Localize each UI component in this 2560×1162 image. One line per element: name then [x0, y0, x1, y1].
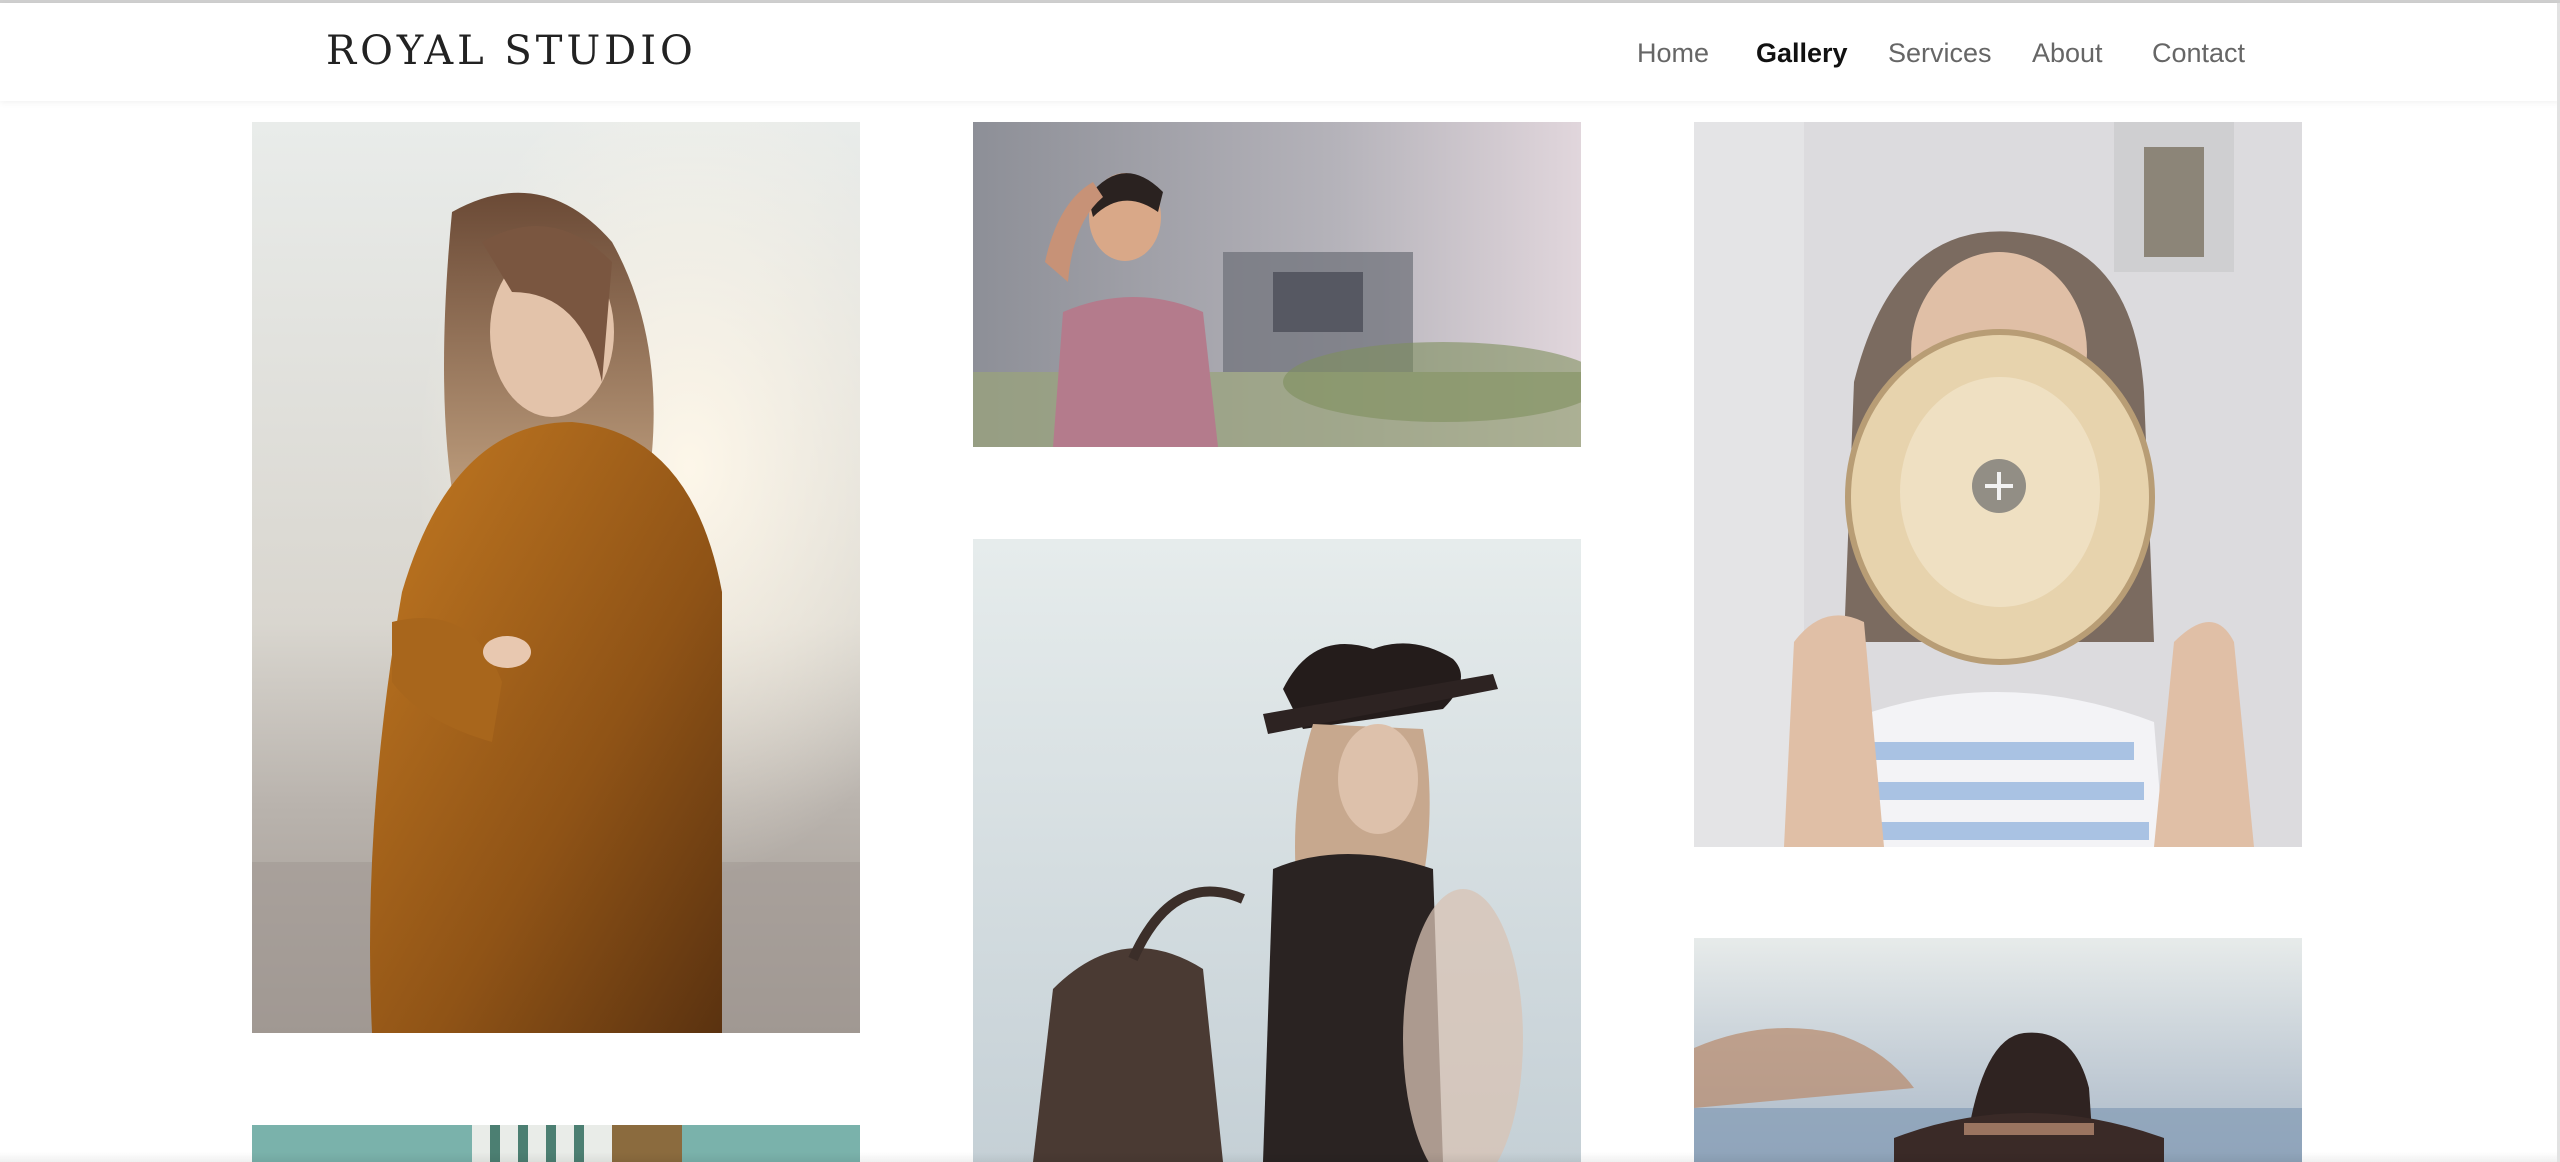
nav-about[interactable]: About [2032, 37, 2103, 69]
photo-brown-hat-image [1694, 938, 2302, 1162]
gallery-photo-brown-hat[interactable] [1694, 938, 2302, 1162]
gallery-photo-man[interactable] [973, 122, 1581, 447]
bottom-shadow [0, 1152, 2560, 1162]
nav-home[interactable]: Home [1637, 37, 1709, 69]
gallery-photo-sweater[interactable] [252, 122, 860, 1033]
nav-contact[interactable]: Contact [2152, 37, 2245, 69]
gallery-photo-backpack[interactable] [973, 539, 1581, 1162]
photo-backpack-image [973, 539, 1581, 1162]
nav-services[interactable]: Services [1888, 37, 1992, 69]
site-header: ROYAL STUDIO Home Gallery Services About… [0, 3, 2560, 101]
zoom-plus-icon[interactable] [1972, 459, 2026, 513]
brand-logo[interactable]: ROYAL STUDIO [326, 29, 697, 73]
photo-man-image [973, 122, 1581, 447]
nav-gallery[interactable]: Gallery [1756, 37, 1848, 69]
photo-sweater-image [252, 122, 860, 1033]
